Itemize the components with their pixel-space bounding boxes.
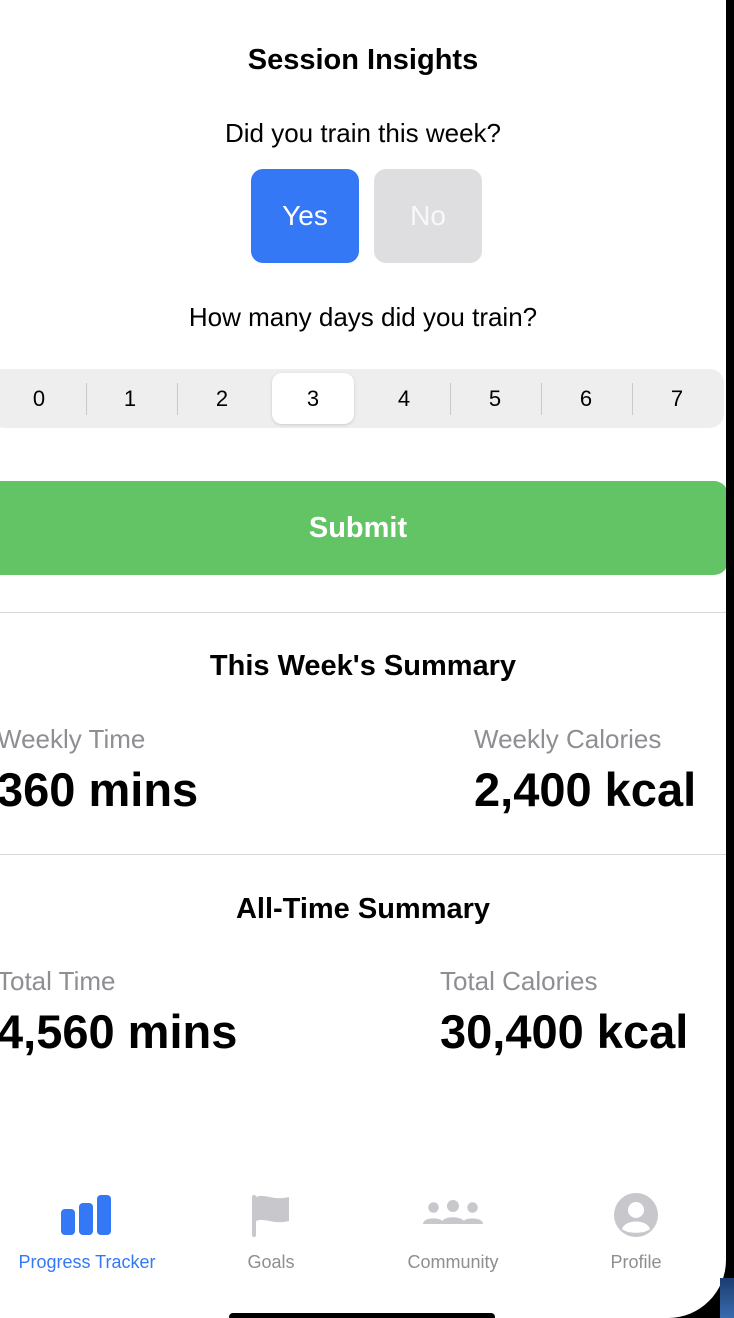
day-option-7[interactable]: 7 <box>636 373 718 424</box>
tab-label: Progress Tracker <box>18 1252 156 1272</box>
total-calories-label: Total Calories <box>440 966 598 996</box>
screen: Session Insights Did you train this week… <box>0 0 726 1318</box>
alltime-summary-title: All-Time Summary <box>235 893 491 925</box>
weekly-summary-title: This Week's Summary <box>209 650 517 682</box>
tab-goals[interactable]: Goals <box>181 1190 361 1273</box>
divider <box>0 612 726 613</box>
no-button[interactable]: No <box>374 169 482 263</box>
bar-chart-icon <box>57 1190 117 1240</box>
segment-separator <box>86 383 87 415</box>
tab-community[interactable]: Community <box>363 1190 543 1273</box>
days-segmented-control[interactable]: 0 1 2 3 4 5 6 7 <box>0 369 724 428</box>
trained-question: Did you train this week? <box>224 118 502 148</box>
weekly-time-value: 360 mins <box>0 763 199 816</box>
total-calories-value: 30,400 kcal <box>440 1005 689 1058</box>
day-option-2[interactable]: 2 <box>181 373 263 424</box>
tab-label: Goals <box>247 1252 295 1272</box>
day-option-1[interactable]: 1 <box>89 373 171 424</box>
tab-bar: Progress Tracker Goals Community Profile <box>0 1190 726 1280</box>
tab-label: Community <box>407 1252 499 1272</box>
day-option-4[interactable]: 4 <box>363 373 445 424</box>
flag-icon <box>241 1190 301 1240</box>
total-time-value: 4,560 mins <box>0 1005 238 1058</box>
page-title: Session Insights <box>247 44 479 76</box>
tab-label: Profile <box>610 1252 662 1272</box>
segment-separator <box>541 383 542 415</box>
day-option-0[interactable]: 0 <box>0 373 80 424</box>
home-indicator <box>229 1313 495 1318</box>
day-option-3-selected[interactable]: 3 <box>272 373 354 424</box>
segment-separator <box>632 383 633 415</box>
divider <box>0 854 726 855</box>
person-circle-icon <box>606 1190 666 1240</box>
segment-separator <box>177 383 178 415</box>
weekly-calories-value: 2,400 kcal <box>474 763 697 816</box>
tab-progress-tracker[interactable]: Progress Tracker <box>0 1190 177 1273</box>
segment-separator <box>450 383 451 415</box>
weekly-time-label: Weekly Time <box>0 724 146 754</box>
tab-profile[interactable]: Profile <box>546 1190 726 1273</box>
yes-button[interactable]: Yes <box>251 169 359 263</box>
day-option-5[interactable]: 5 <box>454 373 536 424</box>
weekly-calories-label: Weekly Calories <box>474 724 662 754</box>
people-icon <box>423 1190 483 1240</box>
device-edge <box>720 1278 734 1318</box>
submit-button[interactable]: Submit <box>0 481 726 575</box>
total-time-label: Total Time <box>0 966 116 996</box>
day-option-6[interactable]: 6 <box>545 373 627 424</box>
days-question: How many days did you train? <box>188 302 538 332</box>
